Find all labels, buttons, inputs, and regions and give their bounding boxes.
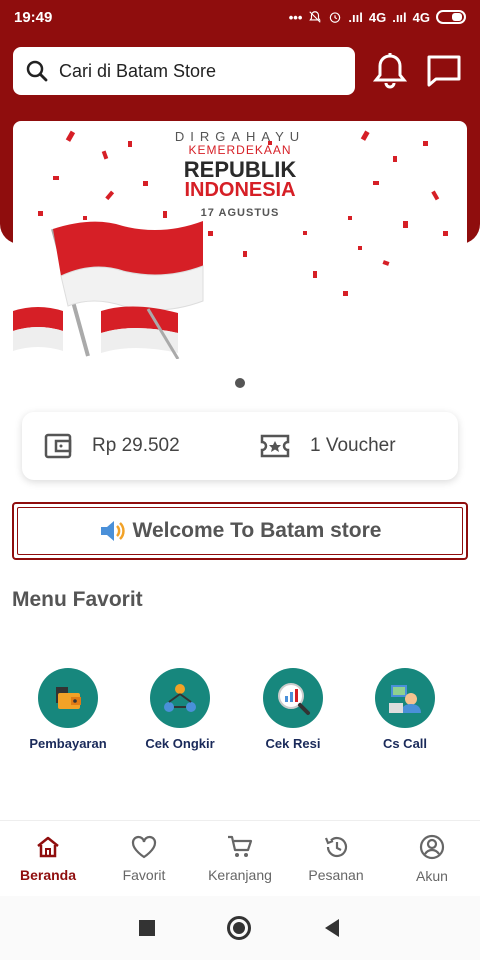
chat-button[interactable] [424, 50, 464, 92]
status-icons: ••• .ııl 4G .ııl 4G [289, 10, 466, 25]
status-bar: 19:49 ••• .ııl 4G .ııl 4G [0, 0, 480, 34]
banner-line4: INDONESIA [184, 179, 296, 201]
system-navigation-bar [0, 896, 480, 960]
voucher-value: 1 Voucher [310, 435, 396, 456]
wallet-card: Rp 29.502 1 Voucher [22, 412, 458, 480]
customer-service-icon [375, 668, 435, 728]
banner-line2: KEMERDEKAAN [188, 143, 292, 157]
history-icon [324, 836, 348, 857]
nav-label-favorit: Favorit [122, 866, 166, 883]
menu-favorit-title: Menu Favorit [12, 588, 143, 611]
network-label-2: 4G [412, 9, 430, 25]
nav-label-keranjang: Keranjang [208, 866, 272, 883]
balance-value: Rp 29.502 [92, 435, 180, 456]
promo-banner[interactable]: DIRGAHAYU KEMERDEKAAN REPUBLIK INDONESIA… [13, 121, 467, 359]
search-icon [26, 60, 48, 82]
nav-item-pesanan[interactable]: Pesanan [288, 821, 384, 896]
speaker-icon [100, 521, 125, 541]
signal-icon: .ııl [348, 9, 363, 25]
nav-item-favorit[interactable]: Favorit [96, 821, 192, 896]
home-button-dot [233, 922, 245, 934]
carousel-indicator[interactable] [235, 378, 245, 388]
mute-bell-icon [309, 11, 322, 23]
wallet-payment-icon [38, 668, 98, 728]
chart-search-icon [263, 668, 323, 728]
menu-item-cek-ongkir[interactable]: Cek Ongkir [125, 668, 235, 751]
menu-item-cek-resi[interactable]: Cek Resi [238, 668, 348, 751]
menu-label-cek-resi: Cek Resi [265, 736, 321, 751]
wallet-balance[interactable]: Rp 29.502 [44, 433, 180, 459]
home-button[interactable] [227, 916, 251, 940]
menu-label-cek-ongkir: Cek Ongkir [145, 736, 215, 751]
menu-favorit-grid: Pembayaran Cek Ongkir Cek Resi Cs Call [0, 668, 480, 758]
recent-apps-button[interactable] [139, 920, 155, 936]
heart-icon [131, 835, 157, 858]
chat-icon [427, 55, 461, 87]
bottom-navigation: Beranda Favorit Keranjang Pesanan Akun [0, 820, 480, 896]
battery-icon [436, 10, 466, 24]
search-bar[interactable]: Cari di Batam Store [13, 47, 355, 95]
welcome-message: Welcome To Batam store [99, 519, 382, 543]
nav-item-keranjang[interactable]: Keranjang [192, 821, 288, 896]
nav-label-akun: Akun [416, 867, 448, 884]
ticket-star-icon [260, 434, 290, 458]
search-placeholder: Cari di Batam Store [59, 60, 217, 81]
welcome-box: Welcome To Batam store [12, 502, 468, 560]
nav-item-beranda[interactable]: Beranda [0, 821, 96, 896]
notification-button[interactable] [370, 50, 410, 92]
status-time: 19:49 [14, 8, 53, 26]
signal-icon-2: .ııl [392, 9, 407, 25]
nav-label-pesanan: Pesanan [308, 866, 364, 883]
nav-label-beranda: Beranda [19, 866, 77, 883]
network-label-1: 4G [368, 9, 387, 25]
banner-line1: DIRGAHAYU [174, 129, 306, 144]
menu-item-pembayaran[interactable]: Pembayaran [13, 668, 123, 751]
banner-line5: 17 AGUSTUS [200, 207, 280, 219]
more-dots-icon: ••• [288, 9, 303, 25]
account-icon [419, 834, 445, 859]
back-button[interactable] [323, 918, 341, 938]
wallet-icon [44, 433, 72, 459]
menu-label-pembayaran: Pembayaran [29, 736, 107, 751]
menu-label-cs-call: Cs Call [382, 736, 428, 751]
bell-icon [373, 53, 407, 89]
menu-item-cs-call[interactable]: Cs Call [350, 668, 460, 751]
alarm-icon [330, 12, 341, 23]
welcome-text: Welcome To Batam store [132, 519, 382, 542]
home-icon [37, 836, 59, 857]
cart-icon [228, 835, 253, 857]
nav-item-akun[interactable]: Akun [384, 821, 480, 896]
network-shipping-icon [150, 668, 210, 728]
wallet-voucher[interactable]: 1 Voucher [260, 434, 396, 458]
